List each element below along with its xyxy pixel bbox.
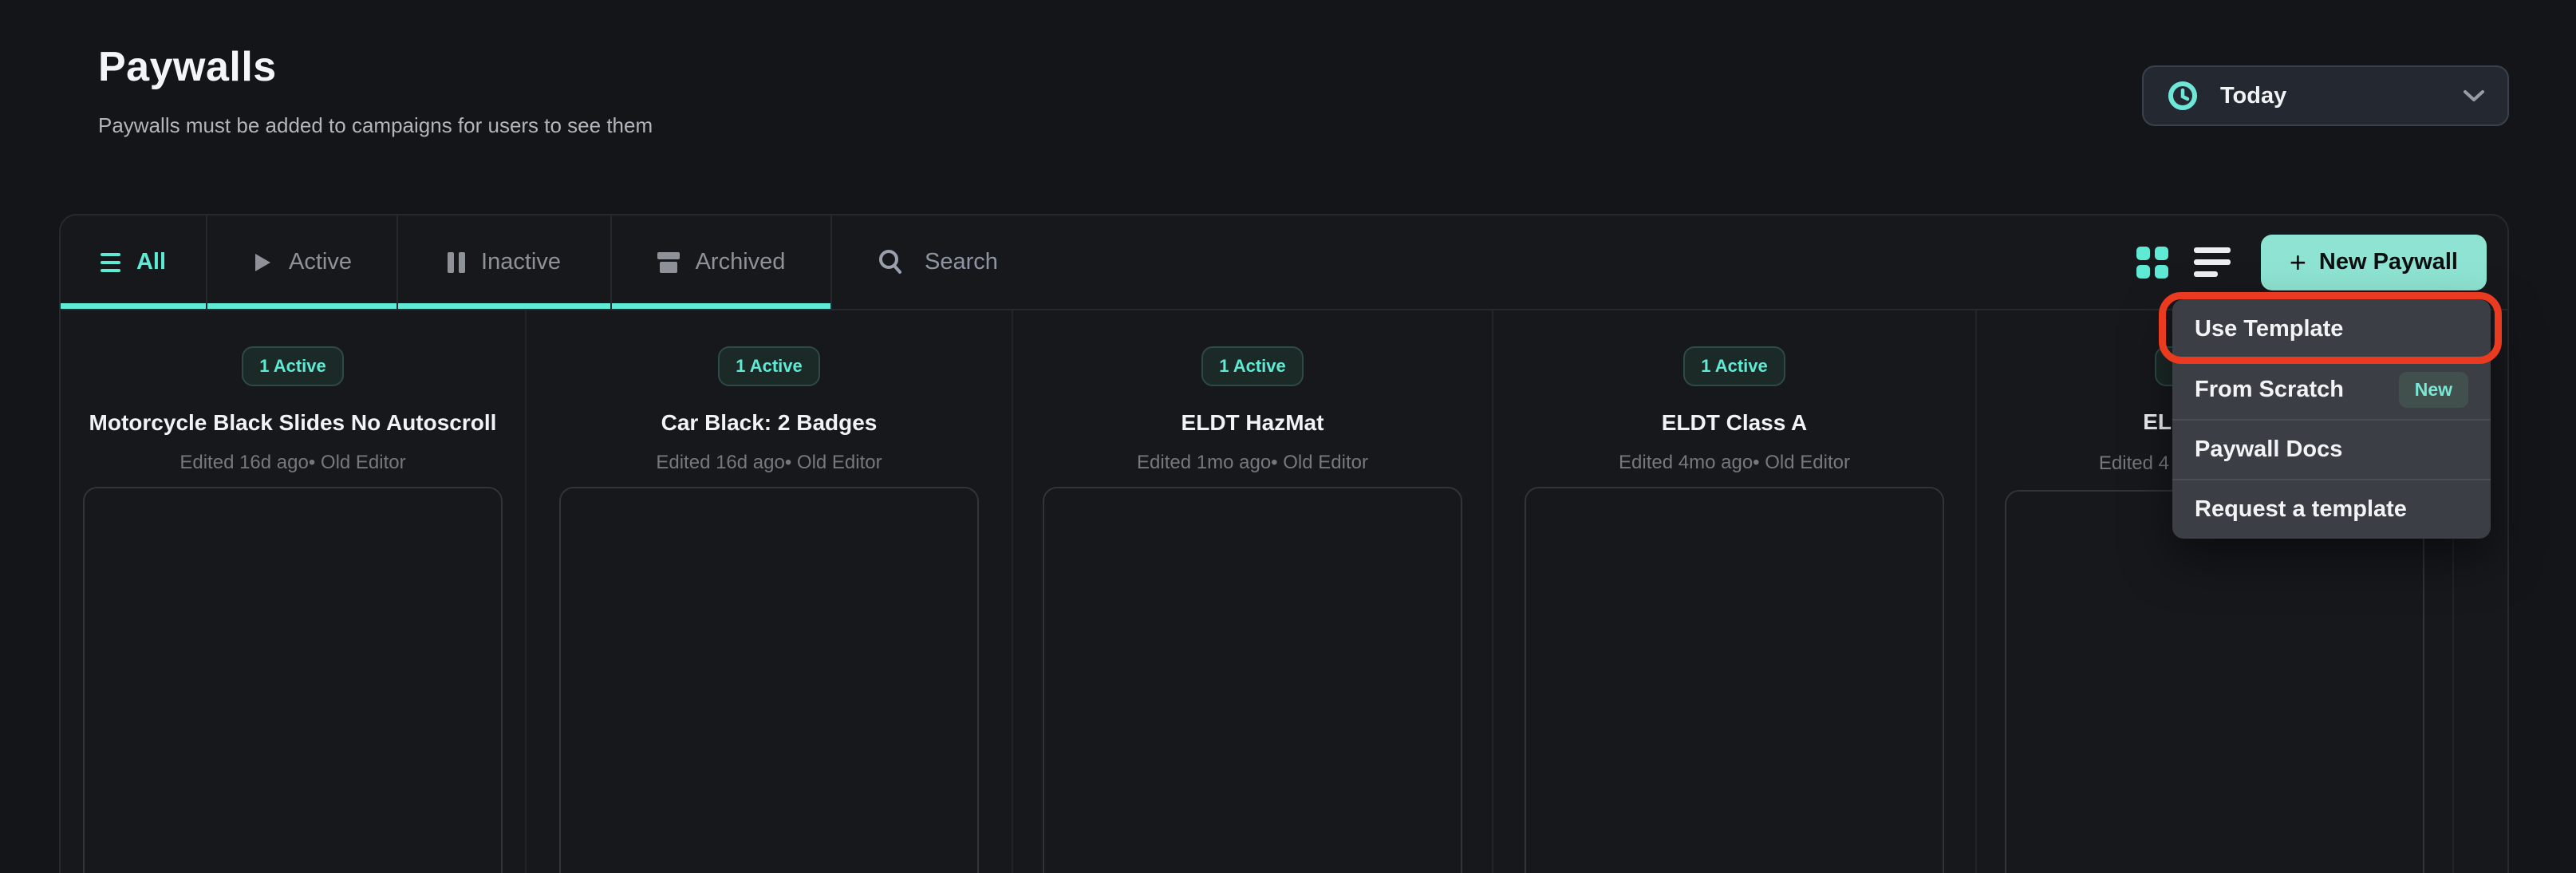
status-badge: 1 Active [1201,346,1304,386]
paywalls-page: Paywalls Paywalls must be added to campa… [0,0,2576,873]
search-icon [877,248,905,277]
status-badge: 1 Active [718,346,820,386]
tab-active[interactable]: Active [207,215,398,309]
search-area [832,215,2136,309]
card-title: Car Black: 2 Badges [661,409,878,437]
date-filter-label: Today [2220,83,2286,109]
tab-inactive[interactable]: Inactive [398,215,612,309]
card-edited: Edited 16d ago• Old Editor [656,452,882,474]
card-edited: Edited 16d ago• Old Editor [179,452,405,474]
list-lines-icon [101,253,120,272]
card-title: EL [2143,408,2172,436]
paywall-grid: 1 Active Motorcycle Black Slides No Auto… [61,310,2507,873]
new-paywall-button[interactable]: + New Paywall [2261,235,2487,290]
tab-bar: All Active Inactive [61,215,2507,310]
search-input[interactable] [925,249,1483,275]
clock-icon [2166,79,2199,113]
grid-view-button[interactable] [2136,247,2168,278]
page-title: Paywalls [98,43,277,91]
paywalls-panel: All Active Inactive [59,214,2509,873]
plus-icon: + [2290,248,2306,277]
card-title: ELDT Class A [1662,409,1808,437]
list-view-button[interactable] [2194,247,2231,277]
tab-label: Active [289,249,352,275]
card-title: Motorcycle Black Slides No Autoscroll [89,409,497,437]
paywall-card[interactable]: 1 Active Car Black: 2 Badges Edited 16d … [527,310,1013,873]
tab-label: Archived [696,249,786,275]
paywall-card[interactable]: 1 Active ELDT Class A Edited 4mo ago• Ol… [1493,310,1977,873]
new-paywall-menu: Use Template From Scratch New Paywall Do… [2172,299,2491,539]
paywall-card[interactable]: 1 Active Motorcycle Black Slides No Auto… [61,310,527,873]
paywall-preview-frame [2005,490,2424,873]
menu-item-label: Paywall Docs [2195,436,2342,463]
list-view-icon [2194,247,2231,277]
tab-label: Inactive [481,249,561,275]
paywall-card[interactable]: 1 Active ELDT HazMat Edited 1mo ago• Old… [1013,310,1493,873]
status-badge: 1 Active [242,346,344,386]
card-edited: Edited 4mo ago• Old Editor [1619,452,1850,474]
new-badge: New [2399,372,2468,408]
paywall-preview-frame [83,487,503,873]
menu-item-label: Request a template [2195,496,2407,523]
tab-label: All [136,249,166,275]
active-tab-underline [61,303,206,309]
tab-archived[interactable]: Archived [612,215,832,309]
chevron-down-icon [2463,89,2485,102]
menu-item-request-template[interactable]: Request a template [2172,479,2491,539]
pause-icon [448,252,465,273]
menu-item-paywall-docs[interactable]: Paywall Docs [2172,419,2491,479]
tab-all[interactable]: All [61,215,207,309]
archive-icon [657,252,680,273]
paywall-preview-frame [559,487,979,873]
card-edited: Edited 1mo ago• Old Editor [1137,452,1368,474]
page-subtitle: Paywalls must be added to campaigns for … [98,113,653,138]
menu-item-from-scratch[interactable]: From Scratch New [2172,359,2491,419]
menu-item-use-template[interactable]: Use Template [2172,299,2491,359]
date-filter-button[interactable]: Today [2142,65,2509,126]
menu-item-label: From Scratch [2195,377,2344,403]
status-badge: 1 Active [1683,346,1785,386]
card-title: ELDT HazMat [1181,409,1324,437]
view-controls: + New Paywall [2136,215,2507,309]
menu-item-label: Use Template [2195,316,2343,342]
play-icon [252,251,273,274]
new-paywall-label: New Paywall [2319,249,2458,275]
paywall-preview-frame [1525,487,1944,873]
paywall-preview-frame [1043,487,1462,873]
card-edited: Edited 4 [2099,452,2169,475]
grid-view-icon [2136,247,2168,278]
